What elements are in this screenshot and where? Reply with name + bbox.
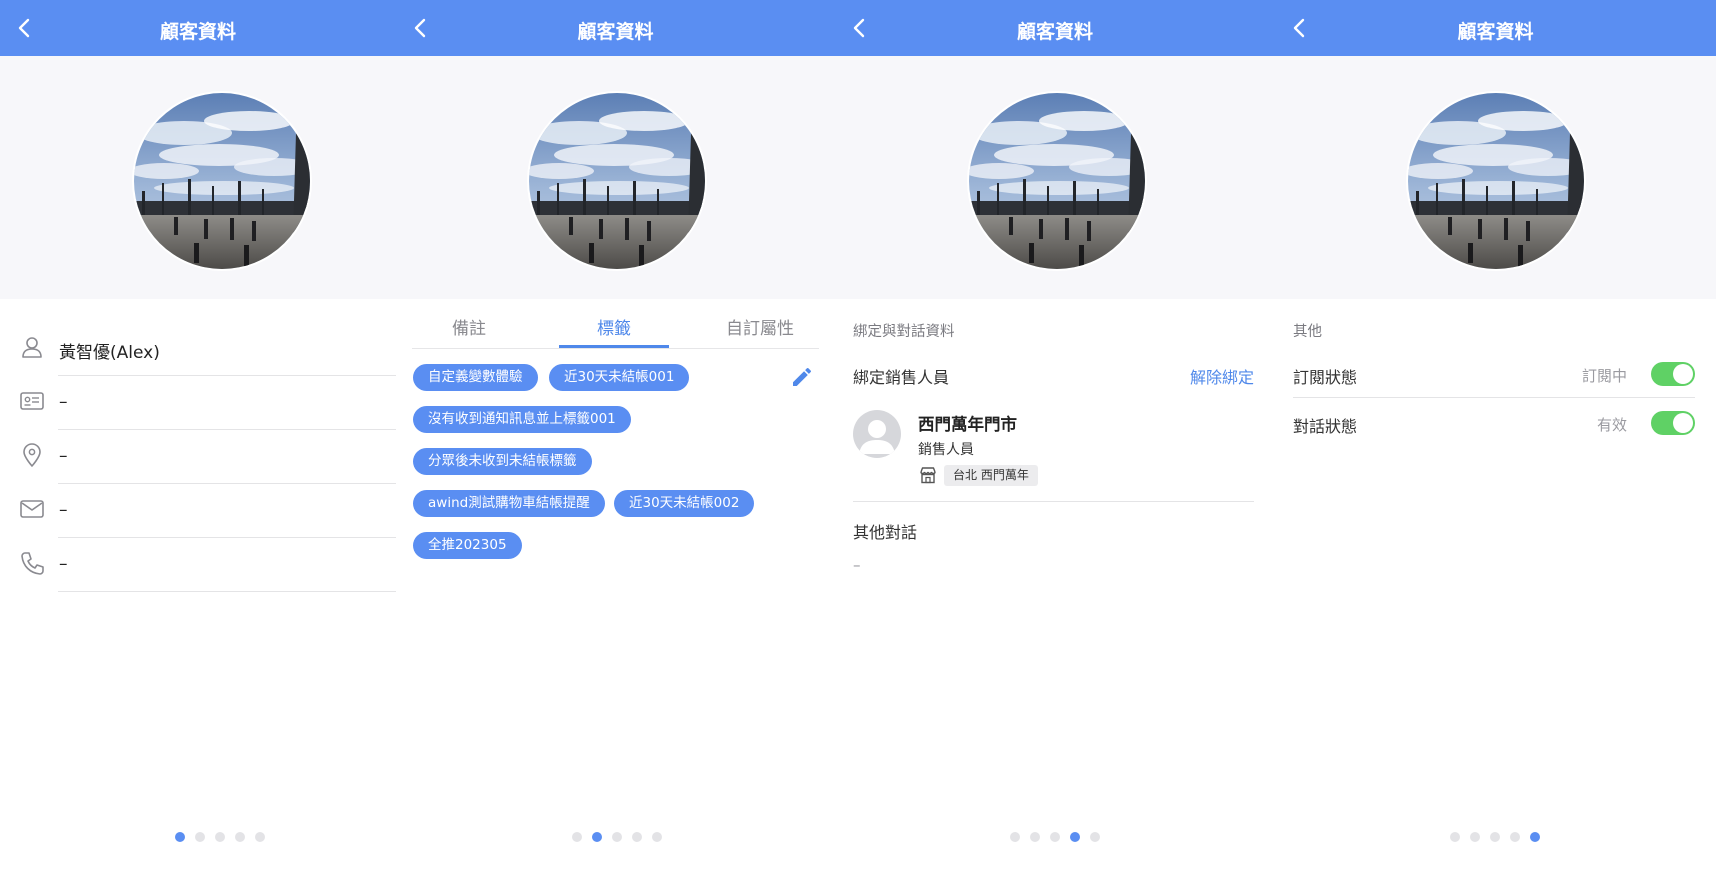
screenshot-stage: 顧客資料 黃智優(Alex) – – – – 顧客資料 備註 標籤 自訂屬性 自… bbox=[0, 0, 1716, 876]
id-card-icon bbox=[20, 392, 44, 410]
page-dot[interactable] bbox=[1530, 832, 1540, 842]
tag-chip[interactable]: 自定義變數體驗 bbox=[413, 364, 538, 391]
tab-divider bbox=[412, 348, 819, 349]
other-chats-value: – bbox=[853, 556, 861, 574]
chat-status-text: 有效 bbox=[1596, 416, 1627, 434]
unbind-button[interactable]: 解除綁定 bbox=[1190, 364, 1254, 388]
page-title: 顧客資料 bbox=[577, 21, 654, 43]
section-divider bbox=[853, 501, 1254, 502]
phone-row: – bbox=[0, 538, 396, 592]
page-dot[interactable] bbox=[632, 832, 642, 842]
tab-bar: 備註 標籤 自訂屬性 bbox=[396, 300, 835, 350]
page-dot[interactable] bbox=[175, 832, 185, 842]
location-badge: 台北 西門萬年 bbox=[944, 465, 1038, 486]
address-value: – bbox=[59, 446, 68, 466]
page-dot[interactable] bbox=[215, 832, 225, 842]
tag-chip[interactable]: 全推202305 bbox=[413, 532, 522, 559]
person-icon bbox=[22, 337, 42, 358]
page-dot[interactable] bbox=[1010, 832, 1020, 842]
avatar-cover bbox=[0, 56, 396, 299]
id-value: – bbox=[59, 392, 68, 412]
avatar-cover bbox=[835, 56, 1275, 299]
section-title: 其他 bbox=[1293, 324, 1322, 340]
customer-avatar bbox=[1408, 93, 1584, 269]
phone-icon bbox=[21, 552, 44, 575]
id-row: – bbox=[0, 376, 396, 430]
salesperson-avatar-icon bbox=[853, 410, 901, 458]
status-panel: 顧客資料 其他 訂閱狀態 訂閱中 對話狀態 有效 bbox=[1275, 0, 1716, 876]
page-dot[interactable] bbox=[1090, 832, 1100, 842]
phone-value: – bbox=[59, 554, 68, 574]
tab-tags[interactable]: 標籤 bbox=[597, 314, 631, 339]
customer-tags-panel: 顧客資料 備註 標籤 自訂屬性 自定義變數體驗 近30天未結帳001 沒有收到通… bbox=[396, 0, 835, 876]
row-divider bbox=[1293, 397, 1695, 398]
toggle-knob bbox=[1673, 413, 1693, 433]
header-bar: 顧客資料 bbox=[0, 0, 396, 56]
page-dot[interactable] bbox=[1030, 832, 1040, 842]
page-dot[interactable] bbox=[195, 832, 205, 842]
header-bar: 顧客資料 bbox=[1275, 0, 1716, 56]
page-dot[interactable] bbox=[1490, 832, 1500, 842]
row-divider bbox=[58, 591, 396, 592]
page-dots bbox=[1450, 832, 1540, 842]
tag-chip[interactable]: awind測試購物車結帳提醒 bbox=[413, 490, 605, 517]
header-bar: 顧客資料 bbox=[835, 0, 1275, 56]
page-dot[interactable] bbox=[612, 832, 622, 842]
page-dot[interactable] bbox=[1510, 832, 1520, 842]
page-dot[interactable] bbox=[235, 832, 245, 842]
subscribe-toggle[interactable] bbox=[1651, 362, 1695, 386]
bind-salesperson-label: 綁定銷售人員 bbox=[853, 368, 950, 387]
address-row: – bbox=[0, 430, 396, 484]
page-dot[interactable] bbox=[255, 832, 265, 842]
other-chats-title: 其他對話 bbox=[853, 523, 918, 542]
chat-toggle[interactable] bbox=[1651, 411, 1695, 435]
page-dot[interactable] bbox=[1050, 832, 1060, 842]
section-title: 綁定與對話資料 bbox=[853, 324, 955, 340]
page-title: 顧客資料 bbox=[1457, 21, 1534, 43]
tag-chip[interactable]: 分眾後未收到未結帳標籤 bbox=[413, 448, 592, 475]
edit-pencil-icon[interactable] bbox=[790, 365, 814, 389]
tag-chip[interactable]: 近30天未結帳002 bbox=[614, 490, 755, 517]
customer-info-panel: 顧客資料 黃智優(Alex) – – – – bbox=[0, 0, 396, 876]
tag-chip[interactable]: 近30天未結帳001 bbox=[549, 364, 690, 391]
mail-icon bbox=[20, 500, 44, 518]
page-title: 顧客資料 bbox=[159, 21, 236, 43]
tag-chip[interactable]: 沒有收到通知訊息並上標籤001 bbox=[413, 406, 631, 433]
store-icon bbox=[920, 467, 936, 484]
page-dots bbox=[1010, 832, 1100, 842]
customer-name: 黃智優(Alex) bbox=[59, 343, 160, 363]
customer-avatar bbox=[529, 93, 705, 269]
customer-avatar bbox=[969, 93, 1145, 269]
toggle-knob bbox=[1673, 364, 1693, 384]
avatar-cover bbox=[1275, 56, 1716, 299]
tab-custom-attributes[interactable]: 自訂屬性 bbox=[726, 314, 794, 339]
name-row: 黃智優(Alex) bbox=[0, 322, 396, 376]
page-dot[interactable] bbox=[1070, 832, 1080, 842]
customer-avatar bbox=[134, 93, 310, 269]
binding-panel: 顧客資料 綁定與對話資料 綁定銷售人員 解除綁定 西門萬年門市 銷售人員 台北 … bbox=[835, 0, 1275, 876]
page-dots bbox=[175, 832, 265, 842]
page-dot[interactable] bbox=[572, 832, 582, 842]
email-value: – bbox=[59, 500, 68, 520]
active-tab-underline bbox=[559, 345, 669, 348]
page-dot[interactable] bbox=[1470, 832, 1480, 842]
store-name: 西門萬年門市 bbox=[918, 415, 1017, 434]
page-dot[interactable] bbox=[592, 832, 602, 842]
subscribe-status-text: 訂閱中 bbox=[1581, 367, 1627, 385]
page-title: 顧客資料 bbox=[1016, 21, 1093, 43]
page-dot[interactable] bbox=[1450, 832, 1460, 842]
email-row: – bbox=[0, 484, 396, 538]
page-dots bbox=[572, 832, 662, 842]
location-pin-icon bbox=[23, 443, 41, 467]
subscribe-status-label: 訂閱狀態 bbox=[1293, 368, 1358, 387]
tab-notes[interactable]: 備註 bbox=[452, 314, 486, 339]
avatar-cover bbox=[396, 56, 835, 299]
salesperson-role: 銷售人員 bbox=[918, 442, 974, 458]
chat-status-label: 對話狀態 bbox=[1293, 417, 1358, 436]
page-dot[interactable] bbox=[652, 832, 662, 842]
header-bar: 顧客資料 bbox=[396, 0, 835, 56]
